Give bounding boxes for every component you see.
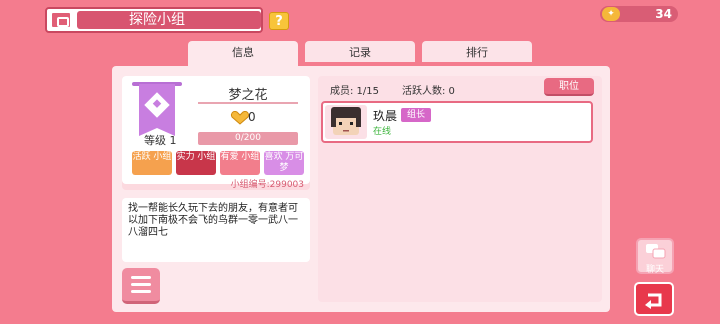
member-name: 玖晨 bbox=[373, 109, 398, 123]
avatar bbox=[325, 105, 367, 139]
tab-ranking[interactable]: 排行 bbox=[422, 41, 532, 62]
group-banner-icon bbox=[139, 84, 175, 136]
group-level: 等级 1 bbox=[144, 134, 177, 147]
member-status: 在线 bbox=[373, 127, 392, 137]
banner-emblem-icon bbox=[144, 92, 170, 118]
group-info-inner: 梦之花 0 等级 1 0/200 活跃 小组 实力 小组 有爱 小组 喜欢 万可… bbox=[122, 76, 310, 184]
member-area: 成员: 1/15 活跃人数: 0 职位 玖晨 组长 在线 bbox=[318, 76, 602, 302]
back-arrow-icon bbox=[645, 293, 662, 309]
leader-badge: 组长 bbox=[401, 108, 431, 122]
group-description[interactable]: 找一帮能长久玩下去的朋友，有意者可以加下南极不会飞的鸟群一零一武八一八溜四七 bbox=[122, 198, 310, 262]
xp-text: 0/200 bbox=[235, 133, 261, 143]
xp-bar: 0/200 bbox=[198, 132, 298, 145]
title-bar: 探险小组 ? bbox=[45, 7, 289, 33]
menu-icon-line bbox=[131, 283, 151, 286]
page-title: 探险小组 bbox=[129, 12, 185, 28]
coin-counter: ✦ 34 bbox=[600, 6, 678, 22]
group-info-card: 梦之花 0 等级 1 0/200 活跃 小组 实力 小组 有爱 小组 喜欢 万可… bbox=[122, 76, 310, 190]
tag-strength: 实力 小组 bbox=[176, 151, 216, 175]
chat-icon bbox=[646, 244, 666, 259]
group-name: 梦之花 bbox=[228, 88, 268, 103]
menu-icon bbox=[131, 276, 151, 279]
group-id: 小组编号:299003 bbox=[230, 180, 304, 190]
heart-count: 0 bbox=[248, 110, 256, 124]
active-count: 活跃人数: 0 bbox=[402, 86, 455, 97]
chat-button[interactable]: 聊天 bbox=[636, 238, 674, 275]
role-button[interactable]: 职位 bbox=[544, 78, 594, 96]
title-box: 探险小组 ? bbox=[77, 11, 289, 30]
group-icon bbox=[50, 11, 72, 29]
main-panel: 梦之花 0 等级 1 0/200 活跃 小组 实力 小组 有爱 小组 喜欢 万可… bbox=[112, 66, 610, 312]
heart-icon bbox=[230, 110, 250, 125]
tag-like: 喜欢 万可梦 bbox=[264, 151, 304, 175]
help-button[interactable]: ? bbox=[269, 12, 289, 30]
tab-records[interactable]: 记录 bbox=[305, 41, 415, 62]
chat-label: 聊天 bbox=[645, 265, 664, 275]
tab-info[interactable]: 信息 bbox=[188, 41, 298, 68]
coin-amount: 34 bbox=[655, 7, 672, 21]
tag-love: 有爱 小组 bbox=[220, 151, 260, 175]
coin-icon: ✦ bbox=[602, 7, 620, 21]
menu-button[interactable] bbox=[122, 268, 160, 304]
member-count: 成员: 1/15 bbox=[330, 86, 380, 97]
name-divider bbox=[198, 102, 298, 104]
menu-icon-line bbox=[131, 290, 151, 293]
member-row[interactable]: 玖晨 组长 在线 bbox=[321, 101, 593, 143]
back-button[interactable] bbox=[634, 282, 674, 316]
tag-active: 活跃 小组 bbox=[132, 151, 172, 175]
